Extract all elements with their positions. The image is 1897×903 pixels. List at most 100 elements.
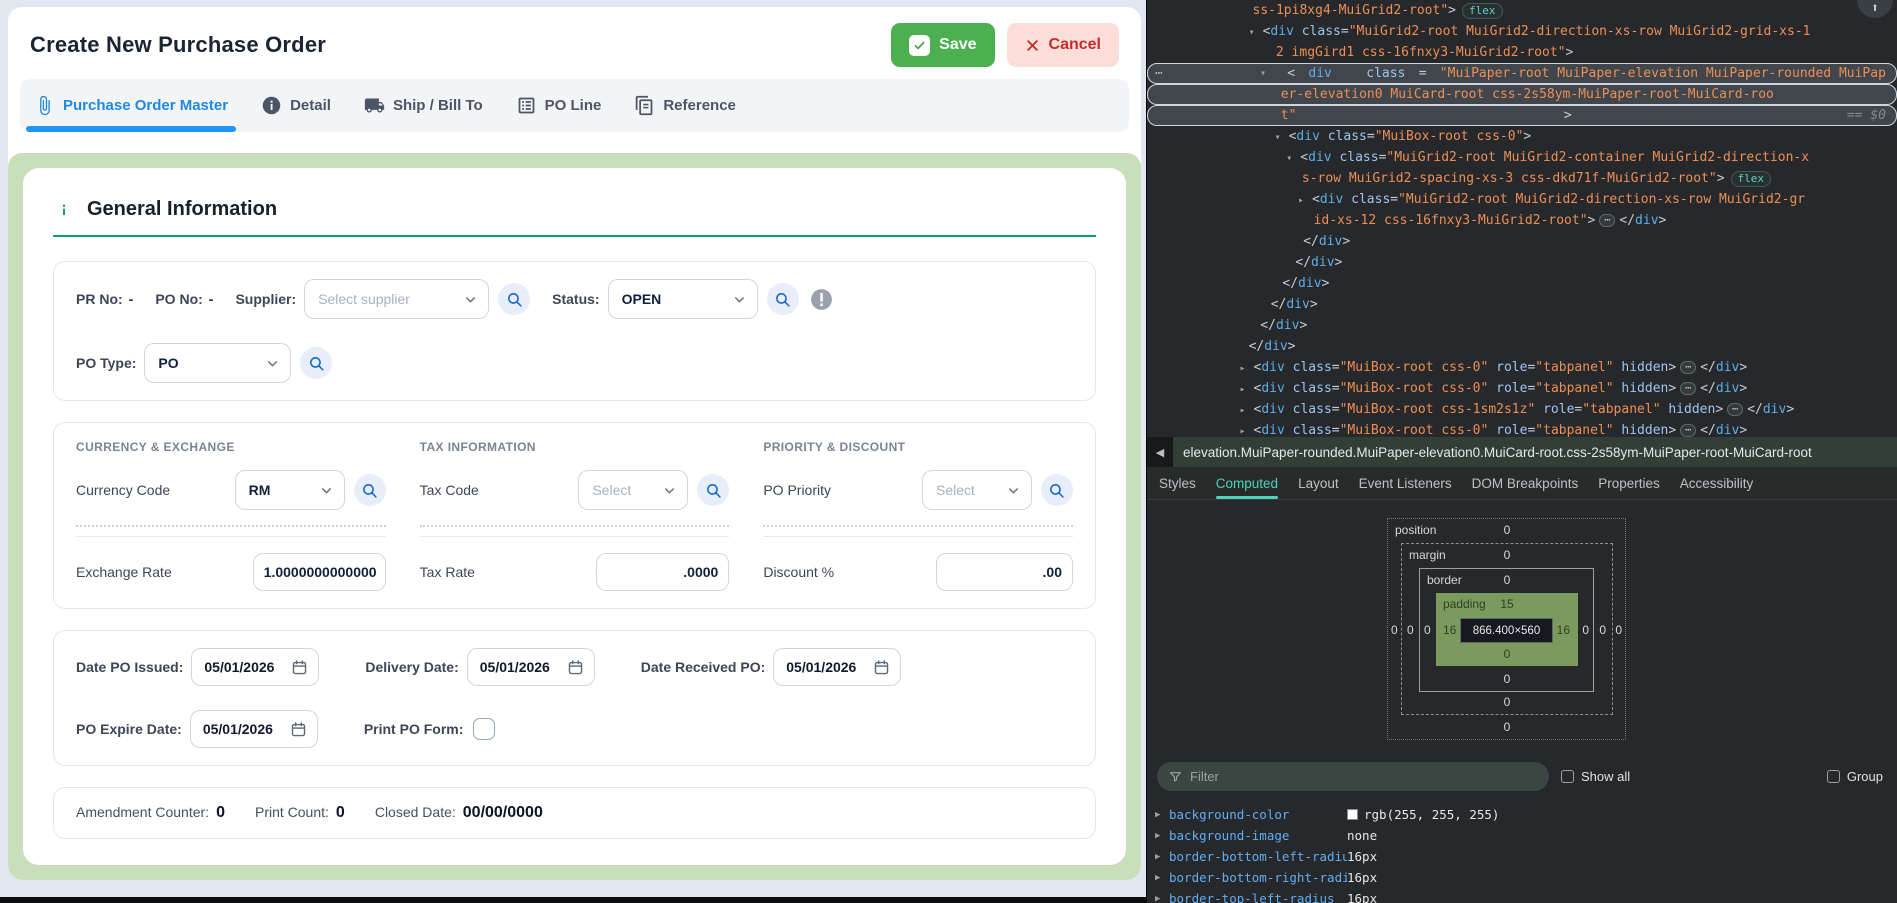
devtools-element-line[interactable]: er-elevation0 MuiCard-root css-2s58ym-Mu… bbox=[1147, 84, 1897, 105]
computed-property-row[interactable]: ▶border-bottom-right-radius16px bbox=[1147, 867, 1897, 888]
currency-search-button[interactable] bbox=[354, 474, 386, 506]
expand-arrow-closed-icon[interactable]: ▸ bbox=[1240, 400, 1254, 421]
devtools-tab-properties[interactable]: Properties bbox=[1598, 467, 1660, 499]
expand-arrow-open-icon[interactable]: ▾ bbox=[1275, 127, 1289, 148]
devtools-element-line[interactable]: ▸<div class="MuiBox-root css-1sm2s1z" ro… bbox=[1147, 399, 1897, 420]
devtools-element-line[interactable]: ▾<div class="MuiGrid2-root MuiGrid2-dire… bbox=[1147, 21, 1897, 42]
po-priority-select[interactable]: Select bbox=[922, 470, 1032, 510]
expand-inline-button[interactable]: ⋯ bbox=[1599, 214, 1615, 227]
print-po-form-checkbox[interactable] bbox=[473, 718, 495, 740]
expand-inline-button[interactable]: ⋯ bbox=[1680, 382, 1696, 395]
expand-arrow-closed-icon[interactable]: ▸ bbox=[1240, 379, 1254, 400]
counters-fieldset: Amendment Counter: 0 Print Count: 0 Clos… bbox=[53, 787, 1096, 839]
chevron-down-icon bbox=[265, 356, 280, 371]
devtools-element-line[interactable]: ▾<div class="MuiBox-root css-0"> bbox=[1147, 126, 1897, 147]
group-checkbox[interactable] bbox=[1827, 770, 1840, 783]
po-type-select[interactable]: PO bbox=[144, 343, 291, 383]
expand-arrow-closed-icon[interactable]: ▶ bbox=[1155, 831, 1169, 841]
devtools-element-line[interactable]: id-xs-12 css-16fnxy3-MuiGrid2-root">⋯</d… bbox=[1147, 210, 1897, 231]
chevron-down-icon bbox=[463, 292, 478, 307]
show-all-checkbox[interactable] bbox=[1561, 770, 1574, 783]
devtools-tab-accessibility[interactable]: Accessibility bbox=[1680, 467, 1754, 499]
tab-detail[interactable]: Detail bbox=[261, 79, 331, 132]
expand-arrow-open-icon[interactable]: ▾ bbox=[1260, 63, 1274, 84]
devtools-tab-layout[interactable]: Layout bbox=[1298, 467, 1339, 499]
devtools-element-line[interactable]: ▸<div class="MuiBox-root css-0" role="ta… bbox=[1147, 357, 1897, 378]
tax-rate-input[interactable]: .0000 bbox=[596, 553, 729, 591]
devtools-tab-event-listeners[interactable]: Event Listeners bbox=[1359, 467, 1452, 499]
clip-icon bbox=[34, 95, 55, 116]
expand-inline-button[interactable]: ⋯ bbox=[1680, 424, 1696, 437]
selected-node-gutter-marker[interactable]: ⋯ bbox=[1155, 66, 1164, 81]
devtools-element-line[interactable]: ▸<div class="MuiBox-root css-0" role="ta… bbox=[1147, 420, 1897, 437]
status-search-button[interactable] bbox=[767, 283, 799, 315]
print-po-form-label: Print PO Form: bbox=[364, 721, 464, 737]
expand-arrow-closed-icon[interactable]: ▶ bbox=[1155, 810, 1169, 820]
padding-label: padding bbox=[1443, 597, 1486, 611]
date-po-issued-input[interactable]: 05/01/2026 bbox=[191, 648, 319, 686]
supplier-select[interactable]: Select supplier bbox=[304, 279, 489, 319]
expand-arrow-closed-icon[interactable]: ▶ bbox=[1155, 873, 1169, 883]
delivery-date-input[interactable]: 05/01/2026 bbox=[467, 648, 595, 686]
expand-arrow-closed-icon[interactable]: ▸ bbox=[1298, 190, 1312, 211]
computed-property-row[interactable]: ▶background-colorrgb(255, 255, 255) bbox=[1147, 804, 1897, 825]
discount-input[interactable]: .00 bbox=[936, 553, 1073, 591]
currency-group-header: CURRENCY & EXCHANGE bbox=[76, 440, 386, 454]
tax-code-select[interactable]: Select bbox=[578, 470, 688, 510]
save-button[interactable]: Save bbox=[891, 23, 994, 67]
tax-code-search-button[interactable] bbox=[697, 474, 729, 506]
status-select[interactable]: OPEN bbox=[608, 279, 758, 319]
devtools-tab-styles[interactable]: Styles bbox=[1159, 467, 1196, 499]
devtools-element-line[interactable]: ss-1pi8xg4-MuiGrid2-root">flex bbox=[1147, 0, 1897, 21]
po-type-search-button[interactable] bbox=[300, 347, 332, 379]
devtools-element-line[interactable]: ▾<div class="MuiGrid2-root MuiGrid2-cont… bbox=[1147, 147, 1897, 168]
flex-badge[interactable]: flex bbox=[1462, 3, 1503, 19]
devtools-element-line[interactable]: </div> bbox=[1147, 252, 1897, 273]
breadcrumb[interactable]: elevation.MuiPaper-rounded.MuiPaper-elev… bbox=[1173, 445, 1812, 460]
expand-arrow-closed-icon[interactable]: ▶ bbox=[1155, 852, 1169, 862]
devtools-element-line[interactable]: ▸<div class="MuiGrid2-root MuiGrid2-dire… bbox=[1147, 189, 1897, 210]
filter-input[interactable]: Filter bbox=[1157, 762, 1549, 791]
exchange-rate-input[interactable]: 1.0000000000000 bbox=[253, 553, 386, 591]
devtools-tab-dom-breakpoints[interactable]: DOM Breakpoints bbox=[1472, 467, 1579, 499]
tab-purchase-order-master[interactable]: Purchase Order Master bbox=[34, 79, 228, 132]
currency-code-select[interactable]: RM bbox=[235, 470, 345, 510]
devtools-element-line[interactable]: ▸<div class="MuiBox-root css-0" role="ta… bbox=[1147, 378, 1897, 399]
expand-arrow-closed-icon[interactable]: ▶ bbox=[1155, 894, 1169, 903]
tab-reference[interactable]: Reference bbox=[634, 79, 736, 132]
computed-property-row[interactable]: ▶background-imagenone bbox=[1147, 825, 1897, 846]
expand-arrow-closed-icon[interactable]: ▸ bbox=[1240, 421, 1254, 437]
cancel-button[interactable]: Cancel bbox=[1007, 23, 1119, 67]
supplier-search-button[interactable] bbox=[498, 283, 530, 315]
computed-property-row[interactable]: ▶border-bottom-left-radius16px bbox=[1147, 846, 1897, 867]
search-icon bbox=[361, 482, 378, 499]
devtools-tab-computed[interactable]: Computed bbox=[1216, 467, 1278, 499]
breadcrumb-scroll-left-icon[interactable]: ◀ bbox=[1147, 437, 1173, 467]
devtools-element-line[interactable]: </div> bbox=[1147, 336, 1897, 357]
tab-po-line[interactable]: PO Line bbox=[516, 79, 602, 132]
devtools-element-line[interactable]: </div> bbox=[1147, 315, 1897, 336]
tab-ship-bill-to[interactable]: Ship / Bill To bbox=[364, 79, 483, 132]
devtools-element-line[interactable]: </div> bbox=[1147, 273, 1897, 294]
devtools-element-line[interactable]: s-row MuiGrid2-spacing-xs-3 css-dkd71f-M… bbox=[1147, 168, 1897, 189]
divider bbox=[76, 525, 386, 527]
devtools-element-line[interactable]: t"> == $0 bbox=[1147, 105, 1897, 126]
box-model-content-box[interactable]: 866.400×560 bbox=[1460, 618, 1553, 643]
tab-bar: Purchase Order Master Detail Ship / Bill T… bbox=[20, 79, 1129, 132]
expand-arrow-open-icon[interactable]: ▾ bbox=[1286, 148, 1300, 169]
po-expire-date-input[interactable]: 05/01/2026 bbox=[190, 710, 318, 748]
devtools-element-line[interactable]: </div> bbox=[1147, 231, 1897, 252]
computed-property-row[interactable]: ▶border-top-left-radius16px bbox=[1147, 888, 1897, 903]
expand-arrow-closed-icon[interactable]: ▸ bbox=[1240, 358, 1254, 379]
devtools-element-line[interactable]: ▾<div class="MuiPaper-root MuiPaper-elev… bbox=[1147, 63, 1897, 84]
devtools-element-line[interactable]: 2 imgGird1 css-16fnxy3-MuiGrid2-root"> bbox=[1147, 42, 1897, 63]
devtools-element-line[interactable]: </div> bbox=[1147, 294, 1897, 315]
date-received-po-input[interactable]: 05/01/2026 bbox=[773, 648, 901, 686]
devtools-tab-bar: Styles Computed Layout Event Listeners DOM B… bbox=[1147, 467, 1897, 500]
po-priority-search-button[interactable] bbox=[1041, 474, 1073, 506]
discount-label: Discount % bbox=[763, 564, 834, 580]
expand-arrow-open-icon[interactable]: ▾ bbox=[1249, 22, 1263, 43]
flex-badge[interactable]: flex bbox=[1731, 171, 1772, 187]
expand-inline-button[interactable]: ⋯ bbox=[1680, 361, 1696, 374]
expand-inline-button[interactable]: ⋯ bbox=[1727, 403, 1743, 416]
